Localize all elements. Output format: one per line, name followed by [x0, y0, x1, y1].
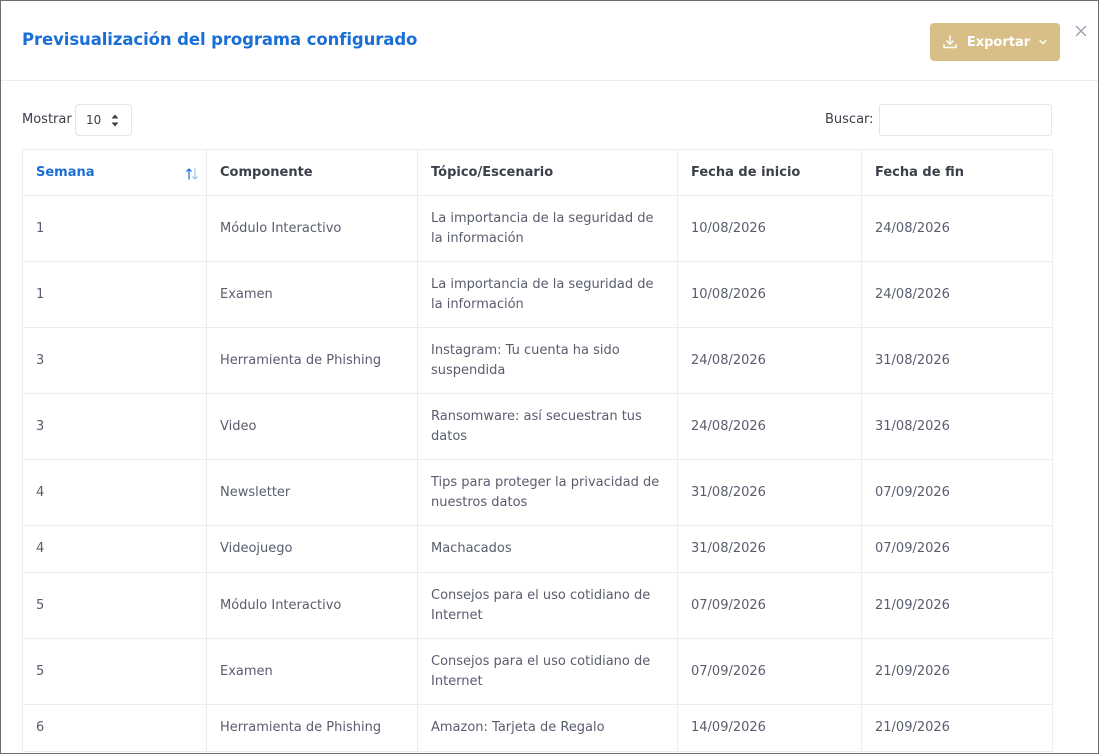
- cell-semana: 1: [22, 195, 207, 262]
- cell-semana: 1: [22, 261, 207, 328]
- cell-fecha-inicio: 07/09/2026: [677, 572, 862, 639]
- cell-componente: Examen: [206, 638, 418, 705]
- cell-semana: 5: [22, 638, 207, 705]
- cell-topico: Tips para proteger la privacidad de nues…: [417, 459, 678, 526]
- cell-fecha-inicio: 24/08/2026: [677, 393, 862, 460]
- cell-fecha-inicio: 10/08/2026: [677, 195, 862, 262]
- cell-topico: La importancia de la seguridad de la inf…: [417, 195, 678, 262]
- cell-fecha-fin: 21/09/2026: [861, 704, 1053, 752]
- cell-fecha-fin: 24/08/2026: [861, 261, 1053, 328]
- cell-semana: 6: [22, 704, 207, 752]
- cell-semana: 5: [22, 572, 207, 639]
- select-arrows-icon: [111, 114, 119, 127]
- cell-topico: Consejos para el uso cotidiano de Intern…: [417, 572, 678, 639]
- cell-fecha-fin: 31/08/2026: [861, 327, 1053, 394]
- cell-fecha-fin: 07/09/2026: [861, 525, 1053, 573]
- column-header-topico[interactable]: Tópico/Escenario: [417, 149, 678, 196]
- cell-semana: 3: [22, 327, 207, 394]
- cell-fecha-fin: 07/09/2026: [861, 459, 1053, 526]
- modal-header: Previsualización del programa configurad…: [1, 1, 1098, 81]
- table-row: 4 Newsletter Tips para proteger la priva…: [22, 459, 1053, 526]
- column-header-fecha-inicio[interactable]: Fecha de inicio: [677, 149, 862, 196]
- table-row: 1 Examen La importancia de la seguridad …: [22, 261, 1053, 328]
- cell-componente: Módulo Interactivo: [206, 195, 418, 262]
- cell-fecha-inicio: 10/08/2026: [677, 261, 862, 328]
- sort-icon: [186, 168, 198, 180]
- page-length-label: Mostrar: [22, 112, 72, 127]
- export-button-label: Exportar: [966, 34, 1031, 50]
- cell-fecha-inicio: 07/09/2026: [677, 638, 862, 705]
- cell-fecha-inicio: 24/08/2026: [677, 327, 862, 394]
- table-row: 3 Video Ransomware: así secuestran tus d…: [22, 393, 1053, 460]
- cell-fecha-fin: 31/08/2026: [861, 393, 1053, 460]
- cell-componente: Módulo Interactivo: [206, 572, 418, 639]
- cell-componente: Herramienta de Phishing: [206, 704, 418, 752]
- program-preview-modal: Previsualización del programa configurad…: [0, 0, 1099, 754]
- search-input[interactable]: [879, 104, 1052, 136]
- cell-componente: Examen: [206, 261, 418, 328]
- column-header-fecha-fin[interactable]: Fecha de fin: [861, 149, 1053, 196]
- table-row: 3 Herramienta de Phishing Instagram: Tu …: [22, 327, 1053, 394]
- cell-fecha-fin: 24/08/2026: [861, 195, 1053, 262]
- cell-topico: Instagram: Tu cuenta ha sido suspendida: [417, 327, 678, 394]
- table-row: 1 Módulo Interactivo La importancia de l…: [22, 195, 1053, 262]
- cell-fecha-fin: 21/09/2026: [861, 638, 1053, 705]
- column-header-semana[interactable]: Semana: [22, 149, 207, 196]
- cell-semana: 4: [22, 525, 207, 573]
- table-row: 5 Examen Consejos para el uso cotidiano …: [22, 638, 1053, 705]
- table-row: 5 Módulo Interactivo Consejos para el us…: [22, 572, 1053, 639]
- cell-topico: Consejos para el uso cotidiano de Intern…: [417, 638, 678, 705]
- cell-componente: Video: [206, 393, 418, 460]
- cell-topico: La importancia de la seguridad de la inf…: [417, 261, 678, 328]
- column-header-componente[interactable]: Componente: [206, 149, 418, 196]
- cell-componente: Herramienta de Phishing: [206, 327, 418, 394]
- cell-componente: Newsletter: [206, 459, 418, 526]
- cell-topico: Ransomware: así secuestran tus datos: [417, 393, 678, 460]
- cell-fecha-inicio: 31/08/2026: [677, 525, 862, 573]
- search-label: Buscar:: [825, 112, 874, 127]
- cell-fecha-inicio: 14/09/2026: [677, 704, 862, 752]
- cell-componente: Videojuego: [206, 525, 418, 573]
- cell-semana: 4: [22, 459, 207, 526]
- cell-fecha-fin: 21/09/2026: [861, 572, 1053, 639]
- cell-topico: Machacados: [417, 525, 678, 573]
- page-length-select[interactable]: 10: [75, 104, 132, 136]
- table-row: 4 Videojuego Machacados 31/08/2026 07/09…: [22, 525, 1053, 573]
- program-table: Semana Componente Tópico/Escenario Fecha…: [22, 149, 1053, 752]
- cell-semana: 3: [22, 393, 207, 460]
- cell-fecha-inicio: 31/08/2026: [677, 459, 862, 526]
- table-controls: Mostrar 10 Buscar:: [22, 104, 1052, 136]
- table-header-row: Semana Componente Tópico/Escenario Fecha…: [22, 149, 1053, 196]
- export-button[interactable]: Exportar: [930, 23, 1060, 61]
- cell-topico: Amazon: Tarjeta de Regalo: [417, 704, 678, 752]
- page-length-value: 10: [86, 113, 102, 127]
- download-icon: [942, 34, 958, 50]
- modal-title: Previsualización del programa configurad…: [22, 30, 418, 49]
- chevron-down-icon: [1038, 37, 1048, 47]
- table-row: 6 Herramienta de Phishing Amazon: Tarjet…: [22, 704, 1053, 752]
- close-icon[interactable]: [1073, 23, 1089, 39]
